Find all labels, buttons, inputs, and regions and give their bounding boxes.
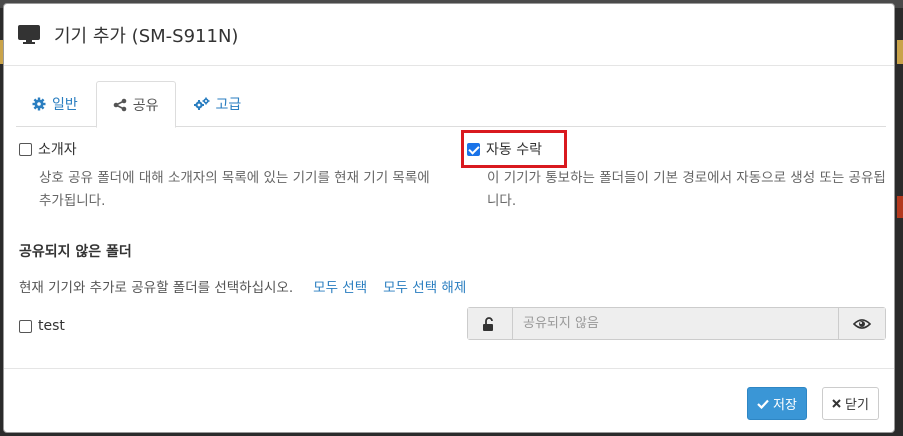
tab-sharing-label: 공유 [132,97,159,114]
highlight-box [461,130,567,168]
folder-name: test [38,318,65,334]
tab-general[interactable]: 일반 [16,81,94,127]
background-accent [897,196,903,218]
save-button[interactable]: 저장 [747,387,807,420]
close-label: 닫기 [845,398,869,413]
unshared-folders-title: 공유되지 않은 폴더 [19,244,132,260]
folder-password-group [467,307,886,340]
gear-icon [32,97,46,111]
select-all-link[interactable]: 모두 선택 [313,276,367,296]
dialog-footer: 저장 닫기 [4,368,894,434]
save-label: 저장 [773,398,797,413]
tab-bar: 일반 공유 고급 [16,81,886,128]
eye-icon [853,318,871,329]
deselect-all-link[interactable]: 모두 선택 해제 [383,276,466,296]
folder-checkbox-row[interactable]: test [19,318,65,334]
dialog-header: 기기 추가 (SM-S911N) [4,4,894,66]
check-icon [757,399,769,409]
introducer-help: 상호 공유 폴더에 대해 소개자의 목록에 있는 기기를 현재 기기 목록에 추… [39,170,430,209]
auto-accept-help: 이 기기가 통보하는 폴더들이 기본 경로에서 자동으로 생성 또는 공유됩니다… [487,170,886,209]
share-icon [113,98,127,111]
unshared-folders-desc: 현재 기기와 추가로 공유할 폴더를 선택하십시오. [19,280,294,296]
monitor-icon [18,24,40,44]
background-banner-right [897,40,903,64]
introducer-checkbox-row[interactable]: 소개자 [19,139,434,159]
introducer-label: 소개자 [38,142,77,158]
close-button[interactable]: 닫기 [822,387,879,420]
unlock-icon [483,316,493,331]
folder-checkbox[interactable] [19,319,32,333]
gears-icon [193,97,210,110]
lock-toggle[interactable] [468,308,513,339]
introducer-group: 소개자 상호 공유 폴더에 대해 소개자의 목록에 있는 기기를 현재 기기 목… [19,139,434,213]
add-device-dialog: 기기 추가 (SM-S911N) 일반 공유 고급 소개자 상호 공유 폴더에 … [3,3,895,433]
tab-general-label: 일반 [52,97,78,113]
encryption-password-input[interactable] [513,308,838,339]
unshared-folders-desc-row: 현재 기기와 추가로 공유할 폴더를 선택하십시오. 모두 선택 모두 선택 해… [19,276,466,296]
dialog-title: 기기 추가 (SM-S911N) [54,25,239,47]
tab-advanced[interactable]: 고급 [178,81,258,127]
introducer-checkbox[interactable] [19,142,32,156]
close-icon [832,399,841,408]
show-password-button[interactable] [838,308,885,339]
tab-advanced-label: 고급 [215,97,242,113]
tab-sharing[interactable]: 공유 [95,81,176,128]
